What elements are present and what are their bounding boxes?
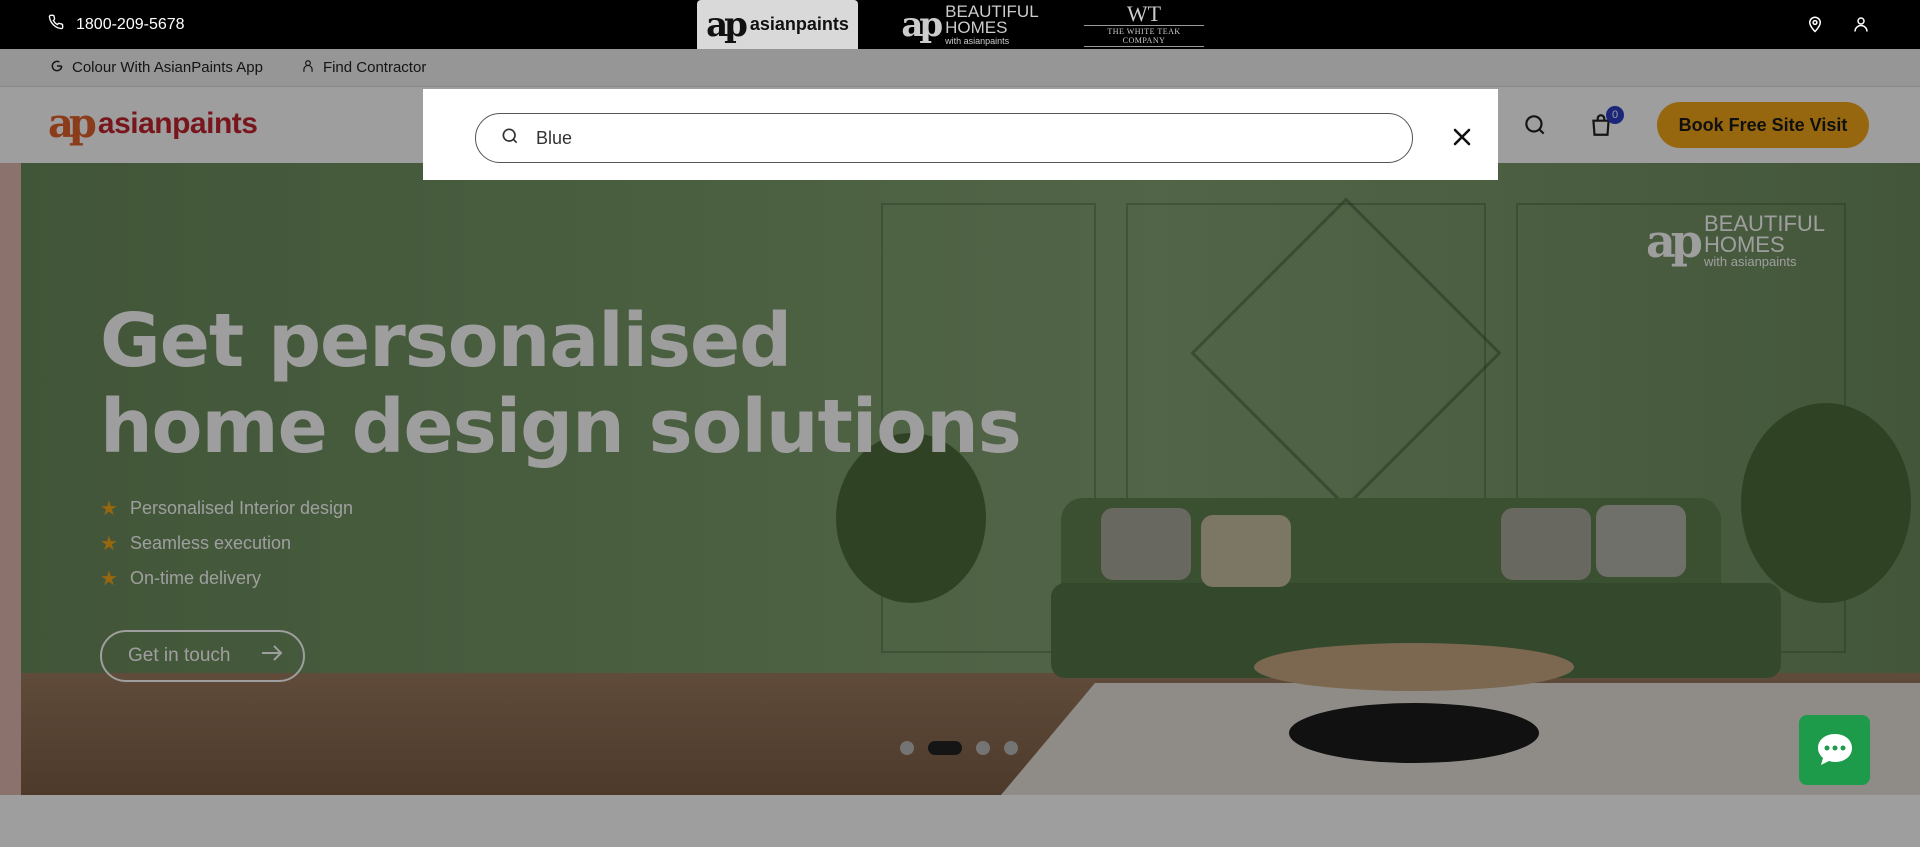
- phone-number: 1800-209-5678: [76, 15, 185, 33]
- tab-beautiful-homes[interactable]: ap BEAUTIFUL HOMES with asianpaints: [897, 0, 1043, 49]
- user-icon[interactable]: [1852, 14, 1870, 39]
- tab-white-teak[interactable]: WT THE WHITE TEAK COMPANY: [1084, 0, 1204, 49]
- white-teak-logo: WT THE WHITE TEAK COMPANY: [1084, 2, 1204, 47]
- tab-asianpaints[interactable]: ap asianpaints: [697, 0, 858, 49]
- search-input[interactable]: [536, 127, 1396, 149]
- asianpaints-mark-icon: ap: [706, 4, 748, 45]
- close-search-button[interactable]: [1445, 121, 1479, 155]
- top-brand-bar: 1800-209-5678 ap asianpaints ap BEAUTIFU…: [0, 0, 1920, 49]
- search-field[interactable]: [475, 113, 1413, 163]
- beautiful-homes-label: BEAUTIFUL HOMES with asianpaints: [945, 1, 1039, 46]
- chat-button[interactable]: [1799, 715, 1870, 785]
- search-modal: [423, 89, 1498, 180]
- beautiful-homes-mark-icon: ap: [901, 4, 943, 45]
- phone-contact[interactable]: 1800-209-5678: [48, 14, 185, 35]
- phone-icon: [48, 14, 64, 35]
- asianpaints-brand-label: asianpaints: [749, 14, 849, 34]
- location-icon[interactable]: [1806, 14, 1824, 39]
- close-icon: [1453, 128, 1471, 149]
- search-icon: [500, 126, 520, 151]
- chat-icon: [1815, 731, 1855, 770]
